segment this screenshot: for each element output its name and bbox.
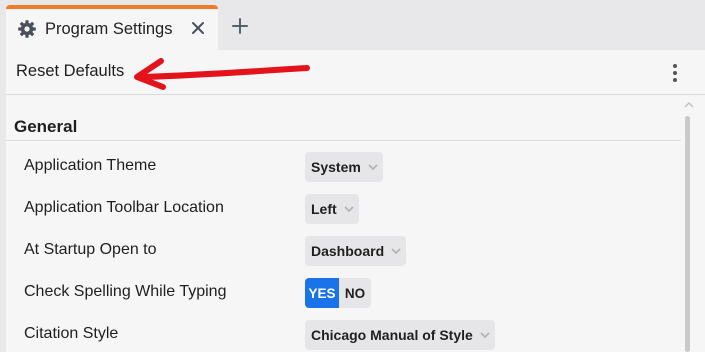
spellcheck-yes-option[interactable]: YES	[305, 278, 339, 308]
toolbar-location-select[interactable]: Left	[305, 194, 359, 224]
section-divider	[6, 140, 681, 141]
spellcheck-toggle: YES NO	[305, 278, 371, 308]
select-value: System	[311, 159, 361, 175]
chevron-down-icon	[391, 248, 401, 255]
section-title-general: General	[14, 117, 78, 136]
select-value: Dashboard	[311, 243, 385, 259]
select-value: Chicago Manual of Style	[311, 327, 473, 343]
setting-label-application-theme: Application Theme	[24, 157, 157, 174]
setting-label-startup-open: At Startup Open to	[24, 241, 157, 258]
tab-bar: Program Settings	[0, 0, 705, 50]
setting-label-toolbar-location: Application Toolbar Location	[24, 199, 224, 216]
startup-open-select[interactable]: Dashboard	[305, 236, 407, 266]
tab-active-accent	[6, 5, 218, 9]
chevron-down-icon	[344, 206, 354, 213]
select-value: Left	[311, 201, 337, 217]
citation-style-select[interactable]: Chicago Manual of Style	[305, 320, 495, 350]
setting-label-spellcheck: Check Spelling While Typing	[24, 283, 227, 300]
chevron-down-icon	[480, 332, 490, 339]
settings-toolbar: Reset Defaults	[6, 50, 705, 95]
chevron-down-icon	[368, 164, 378, 171]
setting-label-citation-style: Citation Style	[24, 325, 119, 342]
close-icon[interactable]	[186, 16, 210, 40]
annotation-arrow	[134, 58, 310, 90]
scrollbar-thumb[interactable]	[685, 116, 690, 352]
gear-icon	[17, 19, 37, 39]
application-theme-select[interactable]: System	[305, 152, 383, 182]
tab-program-settings[interactable]: Program Settings	[6, 5, 218, 50]
scroll-up-arrow-icon[interactable]	[683, 99, 695, 111]
kebab-menu-icon[interactable]	[664, 61, 686, 85]
settings-panel: Reset Defaults General Application Theme…	[6, 50, 705, 352]
tab-title: Program Settings	[45, 20, 173, 38]
reset-defaults-button[interactable]: Reset Defaults	[16, 62, 124, 81]
plus-icon[interactable]	[228, 14, 252, 38]
spellcheck-no-option[interactable]: NO	[339, 278, 371, 308]
